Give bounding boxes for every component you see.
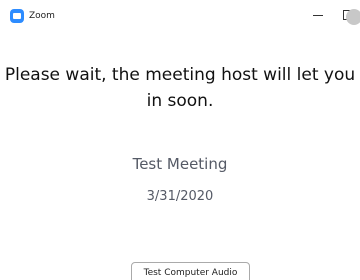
zoom-logo-icon [10, 9, 24, 23]
zoom-waiting-window: Zoom Please wait, the meeting host will … [0, 0, 360, 280]
window-title: Zoom [29, 11, 55, 21]
title-bar[interactable]: Zoom [0, 0, 360, 32]
waiting-message: Please wait, the meeting host will let y… [4, 65, 356, 111]
meeting-date: 3/31/2020 [146, 189, 214, 204]
close-icon[interactable] [346, 9, 360, 25]
meeting-title: Test Meeting [132, 155, 228, 173]
minimize-icon[interactable] [300, 0, 336, 30]
test-computer-audio-button[interactable]: Test Computer Audio [131, 262, 250, 280]
